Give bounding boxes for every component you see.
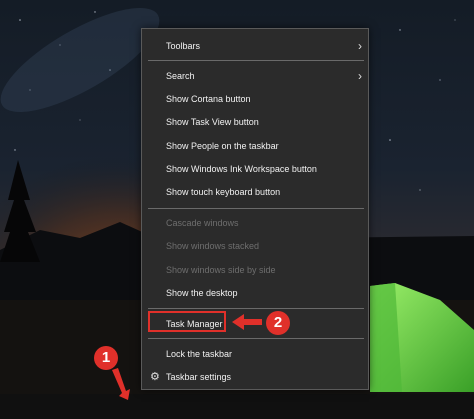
annotation-arrows [112, 314, 262, 400]
step-1-badge: 1 [94, 346, 118, 370]
step-2-badge: 2 [266, 311, 290, 335]
arrow-left-icon [232, 314, 262, 330]
arrow-down-icon [112, 368, 130, 400]
